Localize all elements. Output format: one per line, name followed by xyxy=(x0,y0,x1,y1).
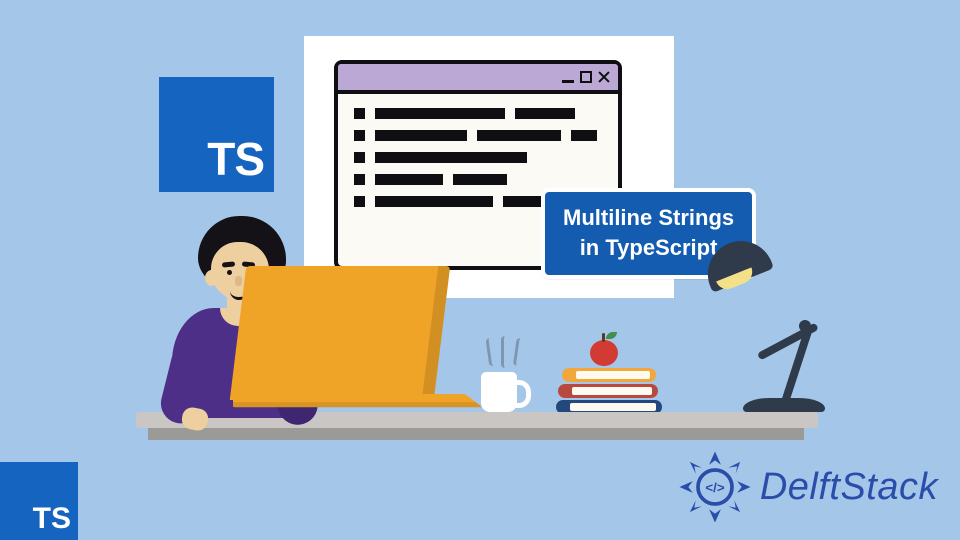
code-bar xyxy=(375,174,443,185)
ts-label: TS xyxy=(33,502,71,536)
brand: </> DelftStack xyxy=(678,450,938,524)
svg-text:</>: </> xyxy=(705,480,724,495)
typescript-logo-corner: TS xyxy=(0,462,78,540)
code-bar xyxy=(375,196,493,207)
person-ear xyxy=(205,270,218,286)
window-minimize-icon xyxy=(562,80,574,83)
brand-name: DelftStack xyxy=(760,466,938,509)
code-bar xyxy=(571,130,597,141)
bullet-icon xyxy=(354,108,365,119)
code-bar xyxy=(375,108,505,119)
bullet-icon xyxy=(354,196,365,207)
callout-line1: Multiline Strings xyxy=(563,203,734,233)
code-bar xyxy=(477,130,561,141)
code-line xyxy=(354,108,602,119)
person-eye-left xyxy=(227,270,232,275)
lamp-base xyxy=(743,398,825,412)
code-line xyxy=(354,152,602,163)
laptop-screen xyxy=(230,266,450,400)
code-line xyxy=(354,130,602,141)
bullet-icon xyxy=(354,130,365,141)
desk-lamp xyxy=(703,240,843,416)
window-titlebar xyxy=(338,64,618,94)
desk-edge xyxy=(148,428,804,440)
window-close-icon xyxy=(598,71,610,83)
book-stack xyxy=(556,366,664,414)
hero-illustration: TS Multiline Strings in TypeScript xyxy=(0,0,960,540)
book-middle xyxy=(558,384,658,398)
window-maximize-icon xyxy=(580,71,592,83)
laptop-base xyxy=(233,394,483,407)
bullet-icon xyxy=(354,174,365,185)
coffee-mug xyxy=(481,372,517,412)
code-bar xyxy=(515,108,575,119)
typescript-logo-main: TS xyxy=(159,77,274,192)
apple-icon xyxy=(590,340,618,366)
ts-label: TS xyxy=(207,132,264,186)
code-bar xyxy=(375,152,527,163)
brand-mark-icon: </> xyxy=(678,450,752,524)
steam-icon xyxy=(487,336,523,368)
code-line xyxy=(354,174,602,185)
code-bar xyxy=(453,174,507,185)
bullet-icon xyxy=(354,152,365,163)
laptop xyxy=(235,266,463,424)
book-top xyxy=(562,368,656,382)
code-bar xyxy=(375,130,467,141)
